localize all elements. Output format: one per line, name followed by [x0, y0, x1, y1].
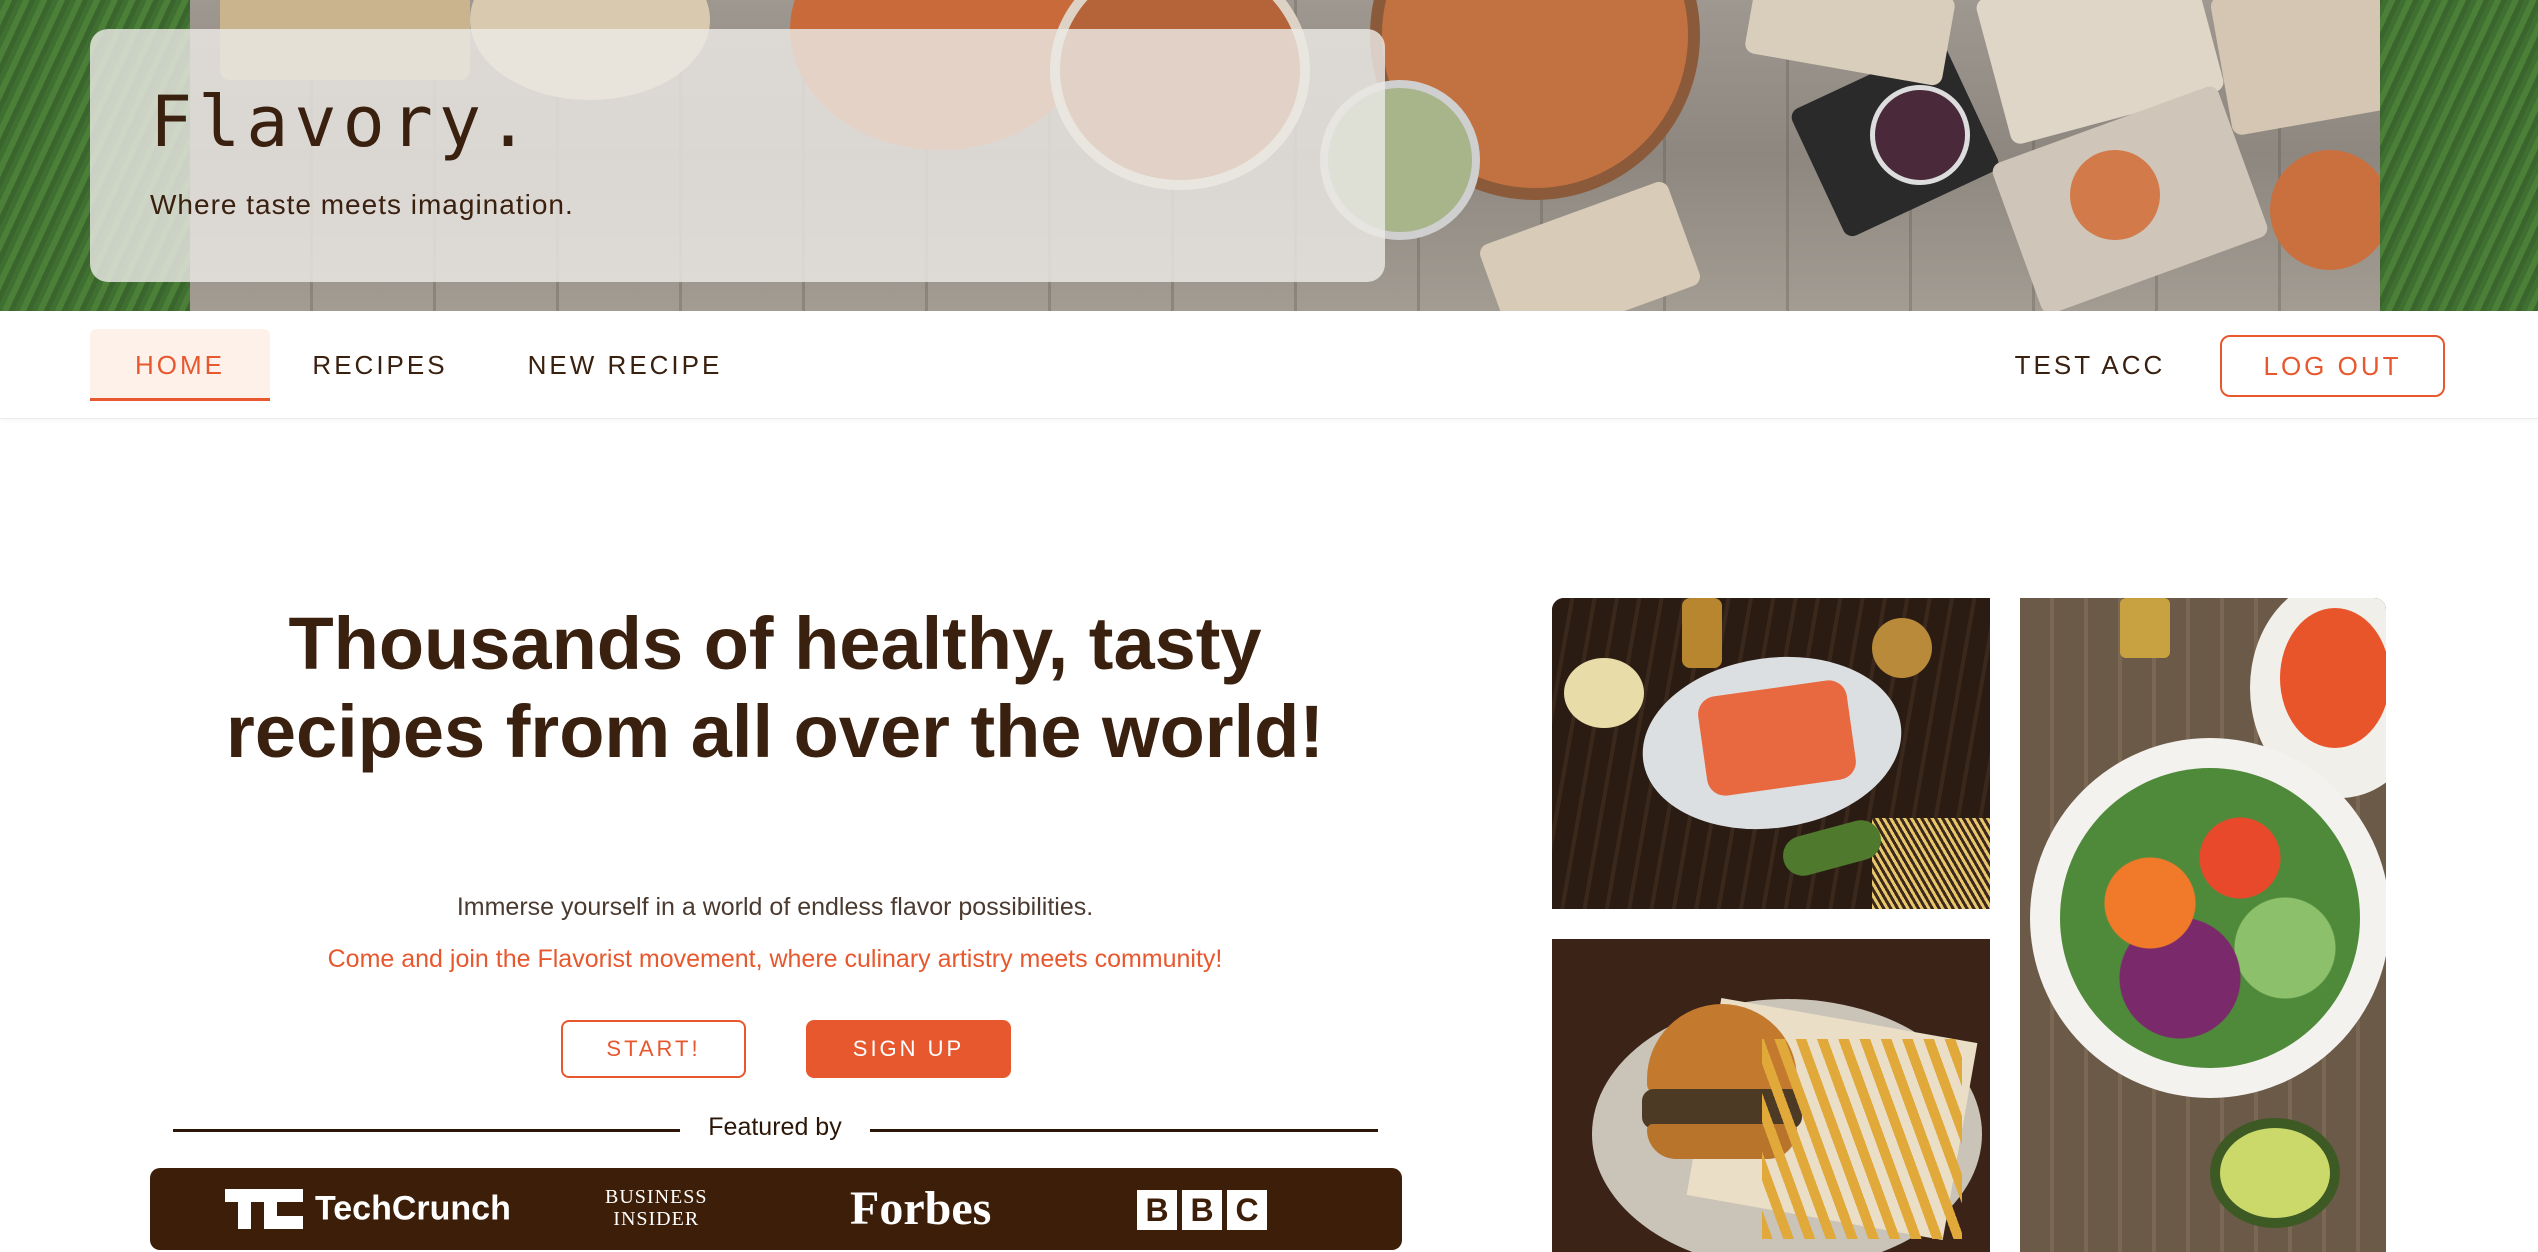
page-headline: Thousands of healthy, tasty recipes from…	[130, 600, 1420, 776]
salad-greens	[2060, 768, 2360, 1068]
photo-detail	[1477, 179, 1703, 311]
spice-bowl	[1872, 618, 1932, 678]
forbes-logo: Forbes	[850, 1182, 992, 1235]
nav-new-recipe[interactable]: NEW RECIPE	[510, 329, 740, 401]
divider-left	[173, 1129, 680, 1132]
tomato-slices	[2280, 608, 2386, 748]
techcrunch-icon	[225, 1189, 303, 1230]
featured-logo-strip: TechCrunch BUSINESS INSIDER Forbes BBC	[150, 1168, 1402, 1250]
fries	[1762, 1039, 1962, 1239]
bbc-letter: C	[1227, 1190, 1267, 1230]
salmon-fillet	[1695, 678, 1859, 798]
business-insider-logo: BUSINESS INSIDER	[605, 1186, 707, 1230]
photo-detail	[2209, 0, 2380, 137]
oil-bottle	[1682, 598, 1722, 668]
hero-banner: Flavory. Where taste meets imagination.	[0, 0, 2538, 311]
photo-detail	[2070, 150, 2160, 240]
headline-line-1: Thousands of healthy, tasty	[288, 602, 1262, 685]
bbc-logo: BBC	[1137, 1190, 1272, 1230]
user-account-link[interactable]: TEST ACC	[1990, 329, 2190, 401]
techcrunch-logo: TechCrunch	[225, 1188, 511, 1230]
logout-button[interactable]: LOG OUT	[2220, 335, 2445, 397]
bbc-letter: B	[1182, 1190, 1222, 1230]
start-button[interactable]: START!	[561, 1020, 746, 1078]
nav-recipes[interactable]: RECIPES	[300, 329, 460, 401]
pasta	[1872, 818, 1990, 909]
headline-line-2: recipes from all over the world!	[226, 690, 1324, 773]
bbc-letter: B	[1137, 1190, 1177, 1230]
main-navbar: HOME RECIPES NEW RECIPE TEST ACC LOG OUT	[0, 311, 2538, 419]
brand-title: Flavory.	[150, 81, 536, 163]
divider-right	[870, 1129, 1378, 1132]
hero-invite: Come and join the Flavorist movement, wh…	[327, 945, 1223, 973]
burger-photo	[1552, 939, 1990, 1252]
hero-tagline: Immerse yourself in a world of endless f…	[456, 893, 1094, 921]
brand-subtitle: Where taste meets imagination.	[150, 189, 574, 220]
brand-card: Flavory. Where taste meets imagination.	[90, 29, 1385, 282]
featured-label: Featured by	[708, 1113, 842, 1141]
signup-button[interactable]: SIGN UP	[806, 1020, 1011, 1078]
oil-bottle	[2120, 598, 2170, 658]
nav-home[interactable]: HOME	[90, 329, 270, 401]
salad-photo	[2020, 598, 2386, 1252]
business-insider-line-2: INSIDER	[613, 1208, 700, 1230]
business-insider-line-1: BUSINESS	[605, 1186, 708, 1208]
avocado	[2210, 1118, 2340, 1228]
photo-detail	[2270, 150, 2380, 270]
techcrunch-text: TechCrunch	[315, 1189, 511, 1228]
salmon-photo	[1552, 598, 1990, 909]
photo-detail	[1743, 0, 1957, 87]
drink-glass	[1870, 85, 1970, 185]
butter-dish	[1564, 658, 1644, 728]
